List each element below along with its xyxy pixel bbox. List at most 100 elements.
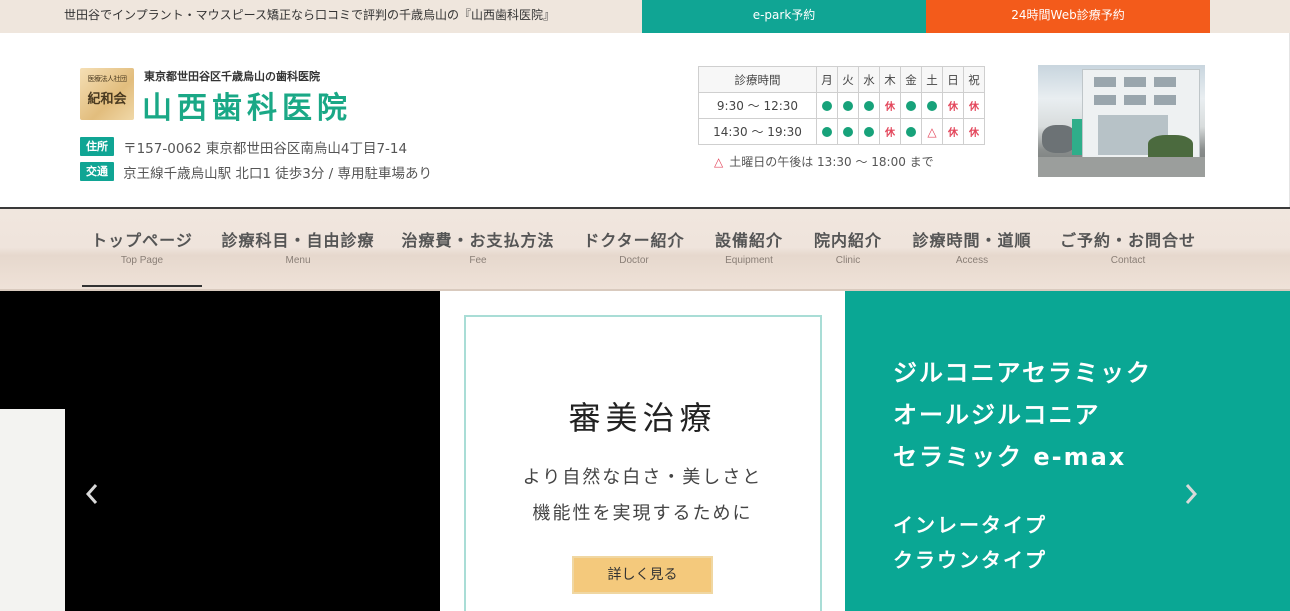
- site-header: 医療法人社団 紀和会 東京都世田谷区千歳烏山の歯科医院 山西歯科医院 住所 〒1…: [0, 33, 1290, 208]
- chevron-right-icon[interactable]: [1181, 479, 1201, 509]
- window-shape: [1094, 77, 1116, 87]
- nav-sub: Fee: [469, 255, 487, 266]
- nav-sub: Clinic: [835, 255, 861, 266]
- open-dot-icon: [906, 101, 916, 111]
- slide-right-line: オールジルコニア: [893, 401, 1101, 429]
- address-row: 住所 〒157-0062 東京都世田谷区南烏山4丁目7-14: [80, 136, 408, 157]
- bicycle-shape: [1042, 125, 1076, 153]
- slide-text: 機能性を実現するために: [532, 503, 753, 524]
- nav-label: 診療科目・自由診療: [221, 231, 375, 250]
- clinic-name[interactable]: 山西歯科医院: [142, 83, 352, 127]
- day-head: 木: [879, 66, 901, 93]
- day-head: 土: [921, 66, 943, 93]
- triangle-icon: △: [927, 124, 937, 139]
- nav-label: ご予約・お問合せ: [1059, 231, 1196, 250]
- day-head: 祝: [963, 66, 985, 93]
- chevron-left-icon[interactable]: [82, 479, 102, 509]
- hours-cell: 休: [879, 118, 901, 145]
- nav-label: トップページ: [91, 231, 193, 250]
- window-shape: [1154, 95, 1176, 105]
- nav-sub: Menu: [285, 255, 311, 266]
- nav-item-doctor[interactable]: ドクター紹介 Doctor: [580, 227, 688, 266]
- plant-shape: [1148, 135, 1193, 157]
- hours-cell: [816, 118, 838, 145]
- nav-item-access[interactable]: 診療時間・道順 Access: [910, 227, 1034, 266]
- slide-center-panel: 審美治療 より自然な白さ・美しさと 機能性を実現するために 詳しく見る: [440, 291, 845, 611]
- nav-item-fee[interactable]: 治療費・お支払方法 Fee: [400, 227, 556, 266]
- closed-label: 休: [948, 128, 958, 139]
- nav-sub: Doctor: [619, 255, 649, 266]
- closed-label: 休: [969, 128, 979, 139]
- hours-cell: [858, 92, 880, 119]
- ground-shape: [1038, 157, 1205, 177]
- corporation-logo[interactable]: 医療法人社団 紀和会: [80, 68, 134, 120]
- slide-right-line: クラウンタイプ: [893, 548, 1047, 572]
- closed-label: 休: [969, 102, 979, 113]
- slide-right-panel: ジルコニアセラミック オールジルコニア セラミック e-max インレータイプ …: [845, 291, 1290, 611]
- nav-sub: Access: [955, 255, 989, 266]
- hours-cell: [816, 92, 838, 119]
- day-head: 水: [858, 66, 880, 93]
- window-shape: [1124, 77, 1146, 87]
- web-reservation-button[interactable]: 24時間Web診療予約: [926, 0, 1210, 33]
- nav-item-contact[interactable]: ご予約・お問合せ Contact: [1058, 227, 1198, 266]
- nav-item-menu[interactable]: 診療科目・自由診療 Menu: [220, 227, 376, 266]
- slide-right-line: セラミック e-max: [893, 443, 1127, 471]
- time-cell: 14:30 〜 19:30: [698, 118, 817, 145]
- details-button[interactable]: 詳しく見る: [572, 556, 713, 594]
- slide-right-line: ジルコニアセラミック: [893, 359, 1153, 387]
- nav-sub: Equipment: [725, 255, 773, 266]
- access-row: 交通 京王線千歳烏山駅 北口1 徒歩3分 / 専用駐車場あり: [80, 161, 432, 182]
- hours-cell: 休: [963, 92, 985, 119]
- logo-big-text: 紀和会: [87, 92, 127, 107]
- closed-label: 休: [885, 128, 895, 139]
- hours-note: △ 土曜日の午後は 13:30 〜 18:00 まで: [714, 153, 934, 170]
- open-dot-icon: [927, 101, 937, 111]
- slide-text: より自然な白さ・美しさと: [522, 467, 763, 488]
- hours-cell: 休: [963, 118, 985, 145]
- hours-cell: [921, 92, 943, 119]
- hours-cell: 休: [879, 92, 901, 119]
- time-cell: 9:30 〜 12:30: [698, 92, 817, 119]
- day-head: 月: [816, 66, 838, 93]
- nav-item-equipment[interactable]: 設備紹介 Equipment: [712, 227, 786, 266]
- hours-cell: 休: [942, 118, 964, 145]
- hours-cell: [900, 92, 922, 119]
- window-shape: [1094, 95, 1116, 105]
- global-nav: トップページ Top Page 診療科目・自由診療 Menu 治療費・お支払方法…: [0, 207, 1290, 291]
- open-dot-icon: [843, 101, 853, 111]
- hours-cell: [858, 118, 880, 145]
- triangle-icon: △: [714, 155, 724, 169]
- epark-reservation-button[interactable]: e-park予約: [642, 0, 926, 33]
- nav-item-clinic[interactable]: 院内紹介 Clinic: [810, 227, 886, 266]
- clinic-building-photo: [1038, 65, 1205, 177]
- slide-left-panel: [0, 409, 65, 611]
- access-text: 京王線千歳烏山駅 北口1 徒歩3分 / 専用駐車場あり: [123, 165, 432, 182]
- hours-cell: 休: [942, 92, 964, 119]
- hours-note-text: 土曜日の午後は 13:30 〜 18:00 まで: [729, 155, 934, 169]
- open-dot-icon: [864, 101, 874, 111]
- clinic-subtitle: 東京都世田谷区千歳烏山の歯科医院: [144, 70, 320, 83]
- window-shape: [1124, 95, 1146, 105]
- hours-cell: [837, 118, 859, 145]
- day-head: 火: [837, 66, 859, 93]
- nav-label: 診療時間・道順: [912, 231, 1032, 250]
- slide-right-line: インレータイプ: [893, 513, 1047, 537]
- hero-slider: 審美治療 より自然な白さ・美しさと 機能性を実現するために 詳しく見る ジルコニ…: [0, 291, 1290, 611]
- address-text: 〒157-0062 東京都世田谷区南烏山4丁目7-14: [123, 140, 408, 157]
- hours-header-row: 診療時間 月 火 水 木 金 土 日 祝: [698, 66, 985, 93]
- hours-cell: [837, 92, 859, 119]
- closed-label: 休: [948, 102, 958, 113]
- open-dot-icon: [822, 101, 832, 111]
- signboard-shape: [1072, 119, 1082, 155]
- day-head: 日: [942, 66, 964, 93]
- top-bar: 世田谷でインプラント・マウスピース矯正なら口コミで評判の千歳烏山の『山西歯科医院…: [0, 0, 1290, 33]
- nav-item-top[interactable]: トップページ Top Page: [82, 227, 202, 266]
- site-tagline: 世田谷でインプラント・マウスピース矯正なら口コミで評判の千歳烏山の『山西歯科医院…: [64, 8, 556, 22]
- open-dot-icon: [843, 127, 853, 137]
- open-dot-icon: [822, 127, 832, 137]
- nav-label: 設備紹介: [714, 231, 783, 250]
- access-tag: 交通: [80, 162, 114, 181]
- hours-cell: △: [921, 118, 943, 145]
- hours-cell: [900, 118, 922, 145]
